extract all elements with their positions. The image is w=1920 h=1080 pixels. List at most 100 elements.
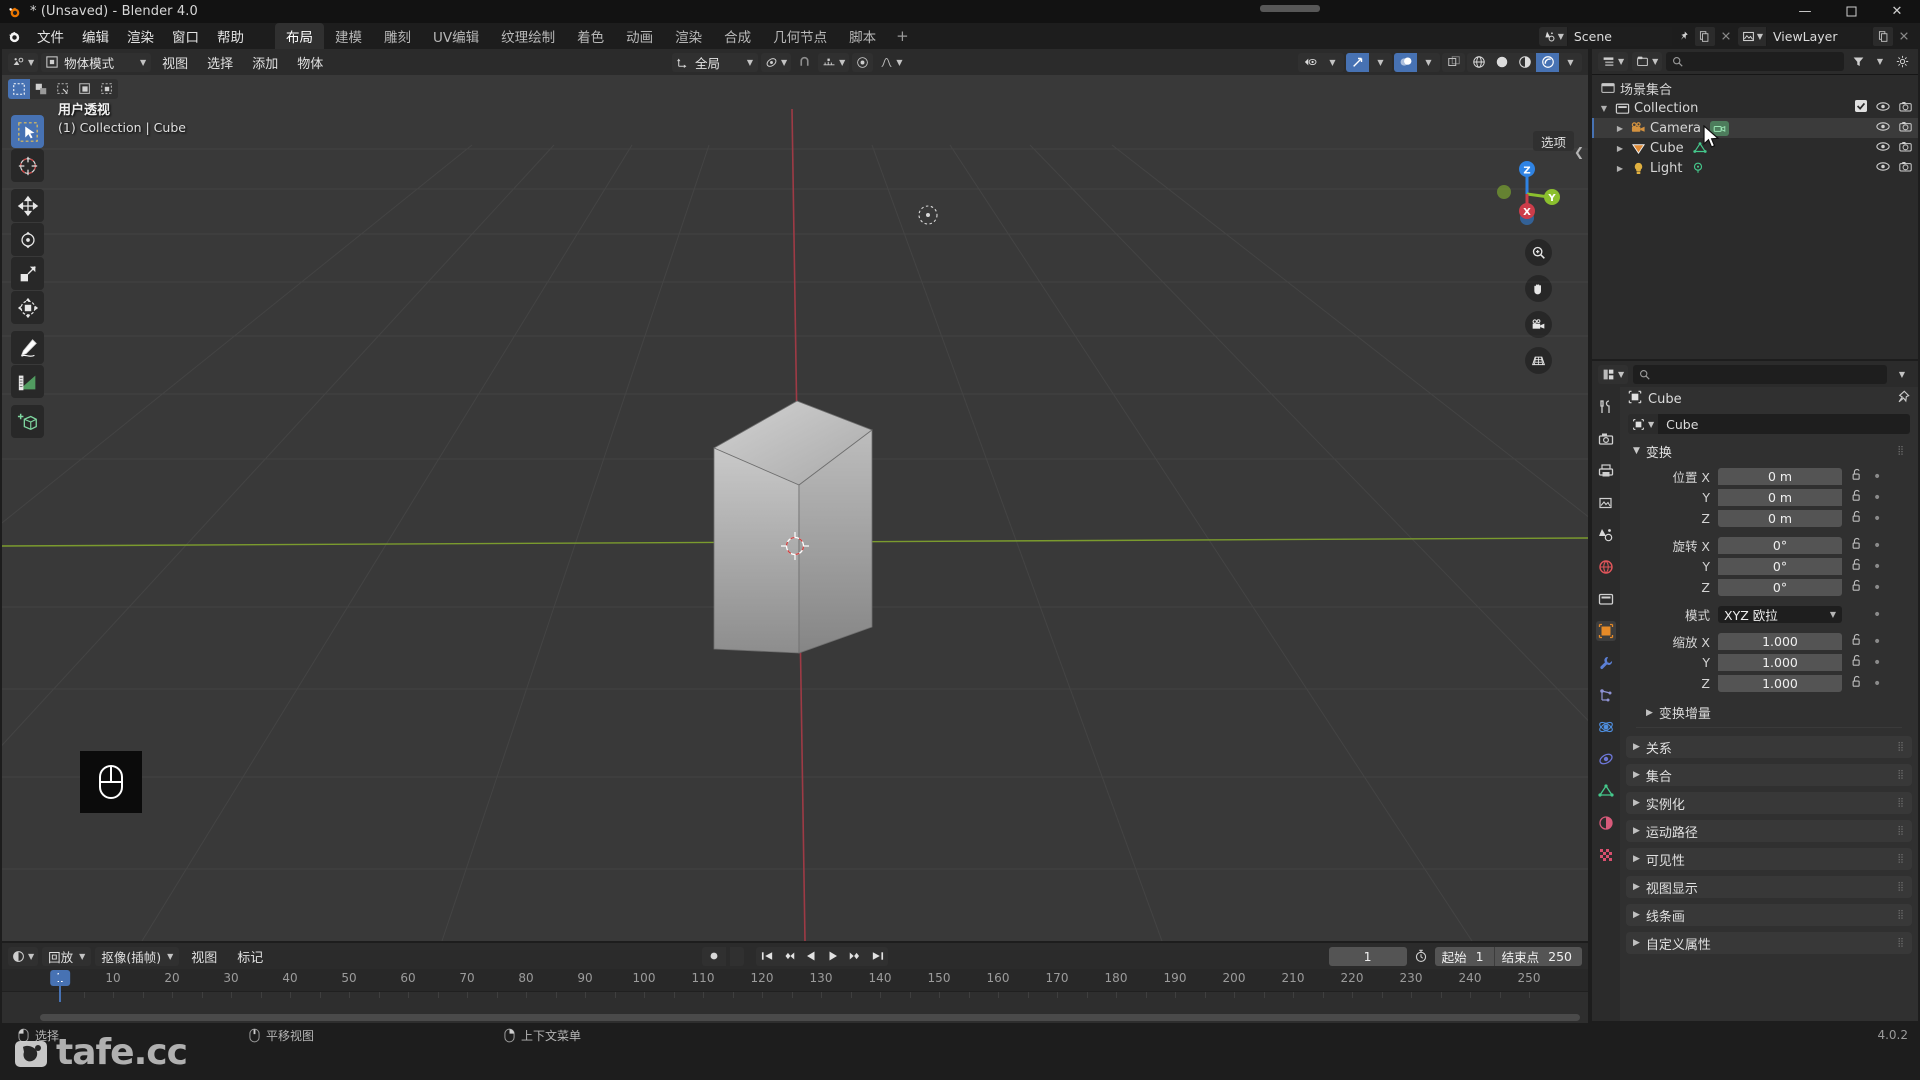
- material-properties-tab[interactable]: [1596, 813, 1616, 833]
- chevron-down-icon[interactable]: ▼: [1369, 53, 1392, 72]
- tool-properties-tab[interactable]: [1596, 397, 1616, 417]
- play-reverse-button[interactable]: [800, 947, 822, 966]
- disable-in-render-icon[interactable]: [1899, 141, 1912, 156]
- viewlayer-name-field[interactable]: ViewLayer: [1767, 26, 1871, 46]
- scale-z-input[interactable]: 1.000: [1718, 675, 1842, 692]
- properties-search-input[interactable]: [1633, 364, 1887, 384]
- animate-property-icon[interactable]: •: [1873, 491, 1881, 505]
- wireframe-shading-icon[interactable]: [1467, 53, 1490, 72]
- sidebar-collapse-icon[interactable]: ❮: [1574, 145, 1584, 159]
- material-preview-shading-icon[interactable]: [1513, 53, 1536, 72]
- transform-tool-icon[interactable]: [11, 291, 44, 324]
- outliner-editor-type-button[interactable]: ▼: [1598, 52, 1629, 71]
- timeline-playhead[interactable]: [59, 970, 61, 1002]
- proportional-edit-toggle[interactable]: [852, 52, 874, 72]
- maximize-button[interactable]: [1828, 0, 1874, 23]
- add-workspace-button[interactable]: +: [887, 23, 918, 49]
- zoom-icon[interactable]: [1525, 239, 1552, 266]
- animate-property-icon[interactable]: •: [1873, 608, 1881, 622]
- animate-property-icon[interactable]: •: [1873, 470, 1881, 484]
- chevron-down-icon[interactable]: ▼: [1417, 53, 1440, 72]
- interaction-mode-select[interactable]: 物体模式 ▼: [41, 52, 152, 72]
- navigation-gizmo[interactable]: Z Y X: [1488, 155, 1566, 233]
- tweak-select-icon[interactable]: [8, 79, 30, 99]
- delete-scene-icon[interactable]: [1716, 27, 1736, 46]
- scene-selector[interactable]: ▼ Scene: [1538, 26, 1736, 46]
- new-scene-icon[interactable]: [1694, 26, 1715, 46]
- viewport-options-button[interactable]: 选项: [1532, 131, 1574, 151]
- outliner-display-mode-select[interactable]: ▼: [1632, 52, 1663, 71]
- timeline-menu-marker[interactable]: 标记: [229, 945, 271, 968]
- box-select-icon[interactable]: [30, 79, 52, 99]
- object-types-visibility-icon[interactable]: [1298, 53, 1321, 72]
- editor-type-button[interactable]: ▼: [8, 52, 39, 72]
- outliner-row-collection[interactable]: ▼ Collection: [1592, 98, 1918, 118]
- expand-triangle-icon[interactable]: ▶: [1612, 124, 1628, 133]
- tab-geometry-nodes[interactable]: 几何节点: [762, 23, 838, 49]
- menu-help[interactable]: 帮助: [208, 23, 253, 49]
- outliner-row-camera[interactable]: ▶ Camera: [1592, 118, 1918, 138]
- lock-location-x-icon[interactable]: [1851, 468, 1863, 485]
- lock-location-z-icon[interactable]: [1851, 510, 1863, 527]
- select-intersect-icon[interactable]: [96, 79, 118, 99]
- viewport-display-panel-header[interactable]: ▶ 视图显示 ⣿: [1626, 876, 1912, 898]
- timeline-menu-view[interactable]: 视图: [183, 945, 225, 968]
- animate-property-icon[interactable]: •: [1873, 635, 1881, 649]
- close-button[interactable]: ✕: [1874, 0, 1920, 23]
- location-z-input[interactable]: 0 m: [1718, 510, 1842, 527]
- scene-name-field[interactable]: Scene: [1567, 26, 1672, 46]
- tab-modeling[interactable]: 建模: [324, 23, 373, 49]
- jump-to-end-button[interactable]: [866, 947, 888, 966]
- menu-window[interactable]: 窗口: [163, 23, 208, 49]
- toggle-xray-icon[interactable]: [1442, 53, 1465, 72]
- pin-scene-icon[interactable]: [1674, 27, 1694, 46]
- modifier-properties-tab[interactable]: [1596, 653, 1616, 673]
- hide-in-viewport-icon[interactable]: [1876, 161, 1890, 176]
- pin-id-icon[interactable]: [1896, 390, 1910, 408]
- tab-texture-paint[interactable]: 纹理绘制: [490, 23, 566, 49]
- tab-layout[interactable]: 布局: [275, 23, 324, 49]
- timeline-ruler[interactable]: ❯ 1 10 20 30 40 50 60 70 80 90 100 110 1…: [2, 969, 1588, 1010]
- outliner-row-light[interactable]: ▶ Light: [1592, 158, 1918, 178]
- hide-in-viewport-icon[interactable]: [1876, 101, 1890, 116]
- outliner-options-icon[interactable]: [1892, 52, 1912, 71]
- scene-icon[interactable]: ▼: [1538, 26, 1568, 46]
- texture-properties-tab[interactable]: [1596, 845, 1616, 865]
- jump-to-prev-keyframe-button[interactable]: [778, 947, 800, 966]
- light-data-icon[interactable]: [1691, 161, 1705, 175]
- move-tool-icon[interactable]: [11, 189, 44, 222]
- snap-to-select[interactable]: ▼: [818, 52, 850, 72]
- delete-viewlayer-icon[interactable]: [1894, 27, 1914, 46]
- lock-scale-y-icon[interactable]: [1851, 654, 1863, 671]
- show-gizmo-icon[interactable]: [1346, 52, 1369, 72]
- motion-paths-panel-header[interactable]: ▶ 运动路径 ⣿: [1626, 820, 1912, 842]
- jump-to-next-keyframe-button[interactable]: [844, 947, 866, 966]
- animate-property-icon[interactable]: •: [1873, 677, 1881, 691]
- chevron-down-icon[interactable]: ▼: [1870, 52, 1890, 71]
- object-constraint-properties-tab[interactable]: [1596, 749, 1616, 769]
- viewport-menu-add[interactable]: 添加: [244, 51, 286, 74]
- delta-transform-subpanel-header[interactable]: ▶ 变换增量: [1628, 702, 1910, 723]
- camera-view-icon[interactable]: [1525, 311, 1552, 338]
- play-button[interactable]: [822, 947, 844, 966]
- object-name-input[interactable]: Cube: [1658, 414, 1910, 434]
- collections-panel-header[interactable]: ▶ 集合 ⣿: [1626, 764, 1912, 786]
- output-properties-tab[interactable]: [1596, 461, 1616, 481]
- disable-in-render-icon[interactable]: [1899, 121, 1912, 136]
- outliner-row-scene-collection[interactable]: 场景集合: [1592, 78, 1918, 98]
- properties-options-icon[interactable]: ▼: [1892, 365, 1912, 384]
- timeline-horizontal-scrollbar[interactable]: [40, 1014, 1580, 1021]
- render-properties-tab[interactable]: [1596, 429, 1616, 449]
- add-cube-tool-icon[interactable]: [11, 405, 44, 438]
- rotation-x-input[interactable]: 0°: [1718, 537, 1842, 554]
- auto-keying-toggle[interactable]: [702, 946, 726, 966]
- snap-magnet-toggle[interactable]: [794, 53, 815, 72]
- hide-in-viewport-icon[interactable]: [1876, 121, 1890, 136]
- custom-properties-panel-header[interactable]: ▶ 自定义属性 ⣿: [1626, 932, 1912, 954]
- viewport-menu-object[interactable]: 物体: [289, 51, 331, 74]
- lock-rotation-z-icon[interactable]: [1851, 579, 1863, 596]
- ortho-persp-icon[interactable]: [1525, 347, 1552, 374]
- new-viewlayer-icon[interactable]: [1873, 26, 1893, 46]
- instancing-panel-header[interactable]: ▶ 实例化 ⣿: [1626, 792, 1912, 814]
- transform-panel-header[interactable]: ▼ 变换 ⣿: [1626, 440, 1912, 462]
